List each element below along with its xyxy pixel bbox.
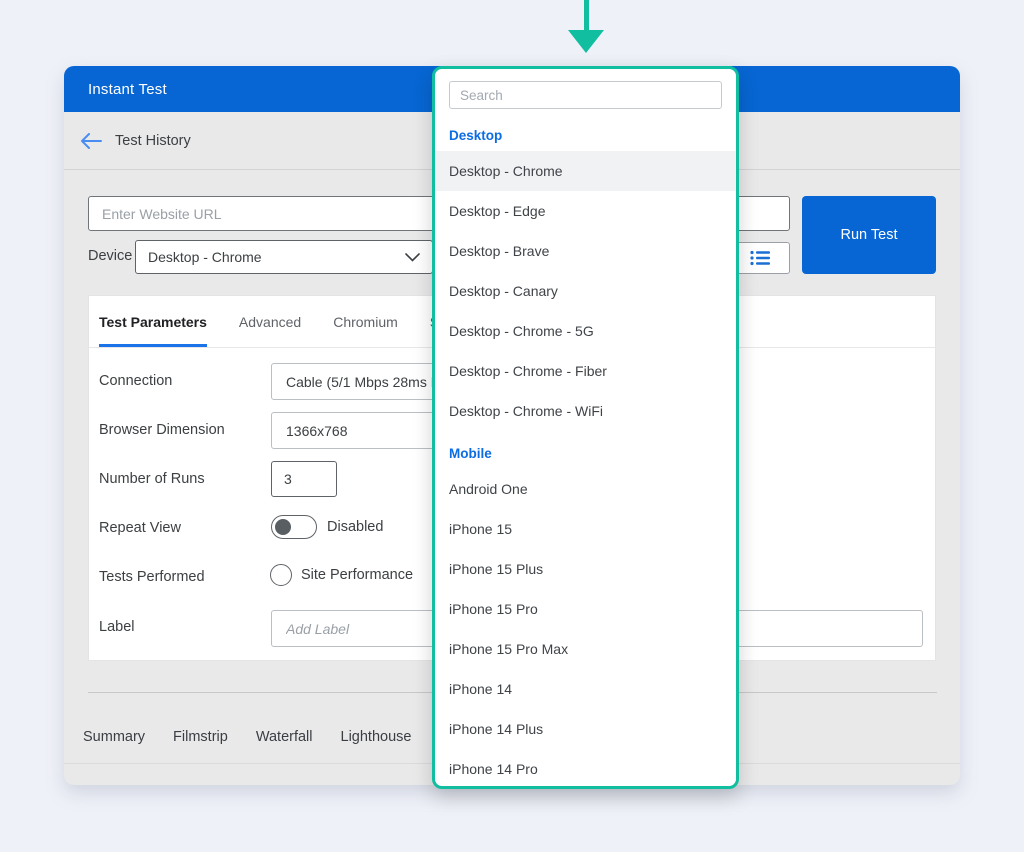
dropdown-search-wrap	[435, 69, 736, 119]
site-performance-radio[interactable]	[270, 564, 292, 586]
section-header-mobile: Mobile	[435, 437, 736, 469]
tests-performed-label: Tests Performed	[99, 569, 205, 585]
tab-summary[interactable]: Summary	[83, 729, 145, 745]
device-option-iphone-15-plus[interactable]: iPhone 15 Plus	[435, 549, 736, 589]
device-option-desktop-brave[interactable]: Desktop - Brave	[435, 231, 736, 271]
device-label: Device	[88, 248, 132, 264]
device-option-desktop-chrome[interactable]: Desktop - Chrome	[435, 151, 736, 191]
repeat-view-label: Repeat View	[99, 520, 181, 536]
test-history-label: Test History	[115, 133, 191, 149]
tab-advanced[interactable]: Advanced	[239, 296, 301, 347]
section-header-desktop: Desktop	[435, 119, 736, 151]
device-option-desktop-edge[interactable]: Desktop - Edge	[435, 191, 736, 231]
list-icon	[750, 250, 770, 266]
label-field-label: Label	[99, 619, 134, 635]
chevron-down-icon	[405, 253, 420, 262]
device-option-desktop-chrome-5g[interactable]: Desktop - Chrome - 5G	[435, 311, 736, 351]
device-select[interactable]: Desktop - Chrome	[135, 240, 433, 274]
device-option-iphone-14[interactable]: iPhone 14	[435, 669, 736, 709]
repeat-view-toggle[interactable]	[271, 515, 317, 539]
site-performance-label: Site Performance	[301, 567, 413, 583]
pointer-arrow-stem	[584, 0, 589, 30]
device-option-iphone-15-pro-max[interactable]: iPhone 15 Pro Max	[435, 629, 736, 669]
device-select-value: Desktop - Chrome	[148, 249, 262, 265]
number-of-runs-input[interactable]	[271, 461, 337, 497]
tab-chromium[interactable]: Chromium	[333, 296, 398, 347]
result-tabs: Summary Filmstrip Waterfall Lighthouse	[83, 729, 411, 745]
device-option-iphone-15-pro[interactable]: iPhone 15 Pro	[435, 589, 736, 629]
tab-waterfall[interactable]: Waterfall	[256, 729, 313, 745]
back-arrow-icon	[80, 133, 102, 149]
device-option-desktop-chrome-fiber[interactable]: Desktop - Chrome - Fiber	[435, 351, 736, 391]
back-to-history-button[interactable]: Test History	[80, 133, 191, 149]
device-option-iphone-14-pro[interactable]: iPhone 14 Pro	[435, 749, 736, 789]
device-search-input[interactable]	[449, 81, 722, 109]
number-of-runs-label: Number of Runs	[99, 471, 205, 487]
tab-lighthouse[interactable]: Lighthouse	[341, 729, 412, 745]
device-option-iphone-14-plus[interactable]: iPhone 14 Plus	[435, 709, 736, 749]
device-option-android-one[interactable]: Android One	[435, 469, 736, 509]
bulk-list-button[interactable]	[730, 242, 790, 274]
connection-label: Connection	[99, 373, 172, 389]
repeat-view-state: Disabled	[327, 519, 383, 535]
device-option-desktop-canary[interactable]: Desktop - Canary	[435, 271, 736, 311]
toggle-knob	[275, 519, 291, 535]
app-title: Instant Test	[88, 81, 167, 98]
browser-dimension-value: 1366x768	[286, 423, 348, 439]
run-test-button[interactable]: Run Test	[802, 196, 936, 274]
device-option-desktop-chrome-wifi[interactable]: Desktop - Chrome - WiFi	[435, 391, 736, 431]
tab-test-parameters[interactable]: Test Parameters	[99, 296, 207, 347]
tab-filmstrip[interactable]: Filmstrip	[173, 729, 228, 745]
device-dropdown: Desktop Desktop - Chrome Desktop - Edge …	[432, 66, 739, 789]
device-option-iphone-15[interactable]: iPhone 15	[435, 509, 736, 549]
browser-dimension-label: Browser Dimension	[99, 422, 225, 438]
pointer-arrow-icon	[568, 30, 604, 53]
